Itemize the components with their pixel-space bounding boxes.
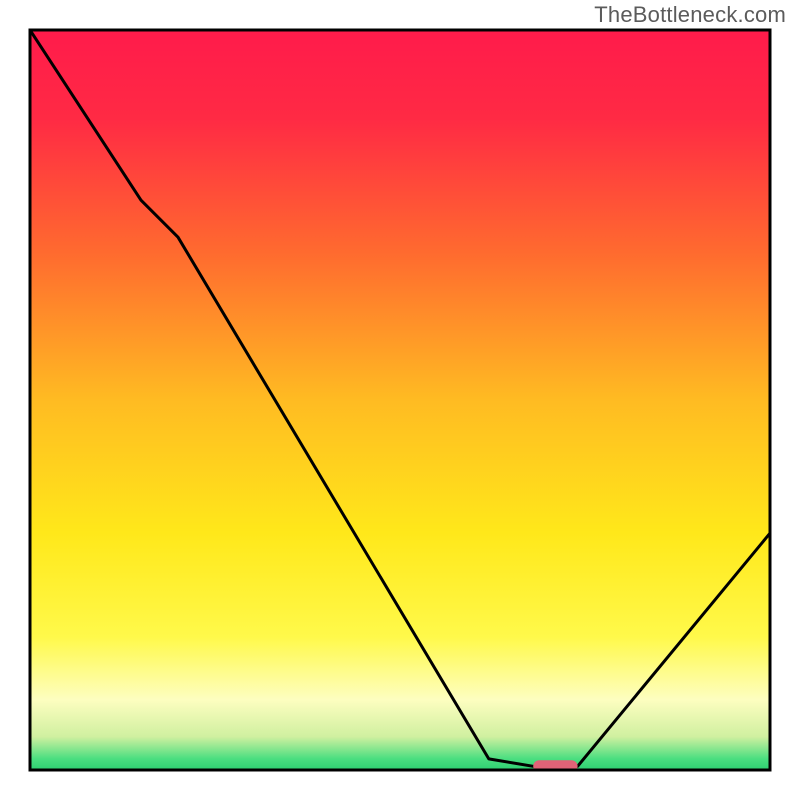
bottleneck-chart: [0, 0, 800, 800]
gradient-background: [30, 30, 770, 770]
watermark-text: TheBottleneck.com: [594, 2, 786, 28]
plot-area: [30, 30, 770, 772]
chart-container: TheBottleneck.com: [0, 0, 800, 800]
